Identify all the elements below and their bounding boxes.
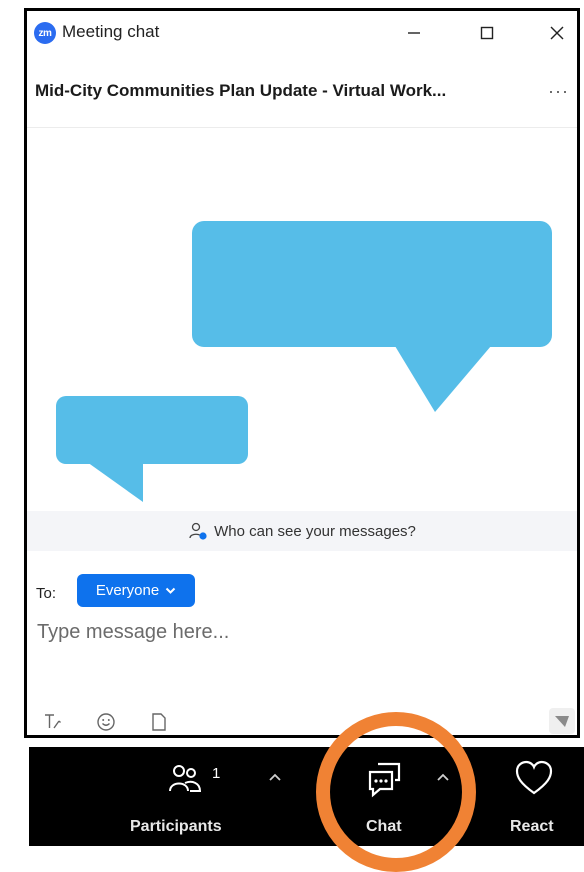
people-info-icon (189, 522, 207, 540)
meeting-title: Mid-City Communities Plan Update - Virtu… (35, 81, 447, 100)
meeting-chat-window: zm Meeting chat Mid-City Communities Pla… (24, 8, 580, 738)
participants-label: Participants (130, 818, 222, 835)
chat-label: Chat (366, 818, 402, 835)
participants-icon (169, 765, 202, 792)
who-can-see-bar[interactable]: Who can see your messages? (27, 511, 577, 551)
speech-bubble-small-tail (87, 462, 143, 502)
participants-count: 1 (212, 765, 221, 782)
who-can-see-text: Who can see your messages? (214, 522, 416, 540)
format-text-icon (45, 714, 61, 729)
emoji-icon (97, 713, 115, 731)
chat-icon (368, 762, 401, 798)
send-button[interactable] (549, 708, 575, 734)
speech-bubble-large (192, 221, 552, 347)
react-button[interactable]: React (494, 747, 584, 846)
message-input[interactable] (37, 621, 537, 644)
file-icon (152, 713, 166, 731)
more-dots-icon[interactable]: ··· (548, 81, 569, 102)
recipient-value: Everyone (95, 582, 160, 599)
close-button[interactable] (535, 17, 577, 49)
minimize-button[interactable] (392, 17, 436, 49)
format-text-button[interactable] (41, 711, 63, 733)
meeting-header: Mid-City Communities Plan Update - Virtu… (27, 55, 577, 128)
window-title: Meeting chat (62, 22, 160, 41)
emoji-button[interactable] (95, 711, 117, 733)
zoom-logo-icon: zm (34, 22, 56, 44)
react-label: React (510, 818, 554, 835)
speech-bubble-large-tail (395, 346, 491, 412)
recipient-dropdown[interactable]: Everyone (77, 574, 195, 607)
to-label: To: (36, 585, 57, 602)
maximize-icon (480, 26, 494, 40)
heart-icon (515, 760, 553, 795)
chat-message-area (27, 128, 577, 511)
participants-button[interactable]: 1 Participants (119, 747, 269, 846)
minimize-icon (408, 32, 420, 34)
compose-area: To: Everyone (27, 551, 577, 735)
chevron-up-icon (269, 773, 281, 781)
chevron-up-icon (437, 773, 449, 781)
meeting-toolbar: 1 Participants Chat React (29, 747, 584, 846)
maximize-button[interactable] (465, 17, 509, 49)
close-icon (550, 26, 564, 40)
chevron-down-icon (165, 587, 176, 594)
send-icon (555, 716, 569, 727)
speech-bubble-small (56, 396, 248, 464)
file-button[interactable] (148, 711, 170, 733)
participants-chevron-up[interactable] (268, 769, 282, 787)
title-bar: zm Meeting chat (27, 11, 577, 55)
chat-chevron-up[interactable] (436, 769, 450, 787)
chat-button[interactable]: Chat (334, 747, 444, 846)
